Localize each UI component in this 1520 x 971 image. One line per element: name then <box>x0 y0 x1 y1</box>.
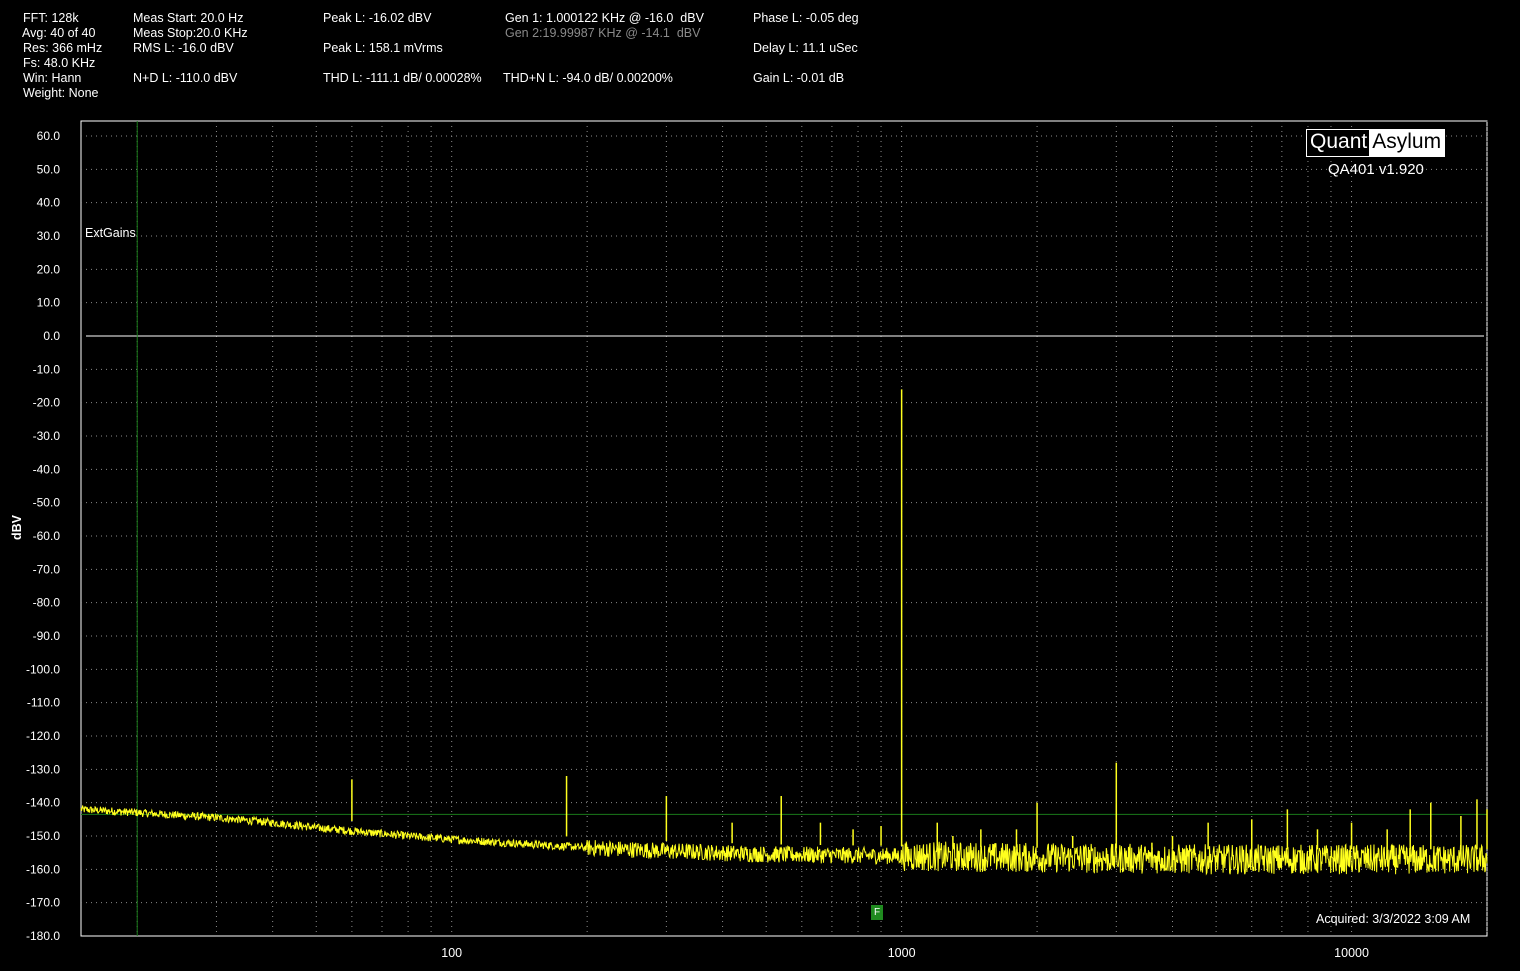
y-tick-label: -30.0 <box>33 429 61 443</box>
y-tick-label: -140.0 <box>26 796 60 810</box>
y-tick-label: -170.0 <box>26 896 60 910</box>
y-tick-label: 60.0 <box>37 129 61 143</box>
y-tick-label: -50.0 <box>33 496 61 510</box>
y-tick-label: -180.0 <box>26 929 60 943</box>
x-axis-ticks: 100 1000 10000 <box>441 946 1369 960</box>
y-tick-label: -80.0 <box>33 596 61 610</box>
y-tick-label: -130.0 <box>26 762 60 776</box>
y-tick-label: -20.0 <box>33 396 61 410</box>
y-tick-label: -40.0 <box>33 462 61 476</box>
fundamental-marker[interactable]: F <box>871 905 883 920</box>
y-tick-label: -110.0 <box>27 696 60 710</box>
ext-gains-label: ExtGains <box>85 226 136 240</box>
y-tick-label: -60.0 <box>33 529 61 543</box>
x-tick-label: 100 <box>441 946 462 960</box>
y-tick-label: 50.0 <box>37 162 61 176</box>
y-tick-label: -150.0 <box>26 829 60 843</box>
logo-asylum-text: Asylum <box>1369 130 1445 156</box>
y-tick-label: -70.0 <box>33 562 61 576</box>
y-tick-label: -90.0 <box>33 629 61 643</box>
x-tick-label: 10000 <box>1334 946 1369 960</box>
quantasylum-logo: Quant Asylum <box>1306 129 1446 157</box>
y-tick-label: 0.0 <box>43 329 60 343</box>
y-tick-label: 40.0 <box>37 196 61 210</box>
y-axis-label: dBV <box>10 515 24 540</box>
y-tick-label: -100.0 <box>26 662 60 676</box>
y-tick-label: -120.0 <box>26 729 60 743</box>
y-tick-label: -10.0 <box>33 362 61 376</box>
plot-frame <box>80 120 1488 937</box>
acquired-timestamp: Acquired: 3/3/2022 3:09 AM <box>1316 912 1471 926</box>
y-tick-label: -160.0 <box>26 862 60 876</box>
version-label: QA401 v1.920 <box>1328 161 1424 178</box>
y-axis-ticks: 60.0 50.0 40.0 30.0 20.0 10.0 0.0 -10.0 -20.0 -30… <box>26 129 60 943</box>
spectrum-chart[interactable]: 60.0 50.0 40.0 30.0 20.0 10.0 0.0 -10.0 -20.0 -30… <box>0 0 1520 971</box>
y-tick-label: 10.0 <box>37 296 61 310</box>
x-tick-label: 1000 <box>888 946 916 960</box>
y-tick-label: 20.0 <box>37 262 61 276</box>
logo-quant-text: Quant <box>1307 130 1370 156</box>
y-tick-label: 30.0 <box>37 229 61 243</box>
